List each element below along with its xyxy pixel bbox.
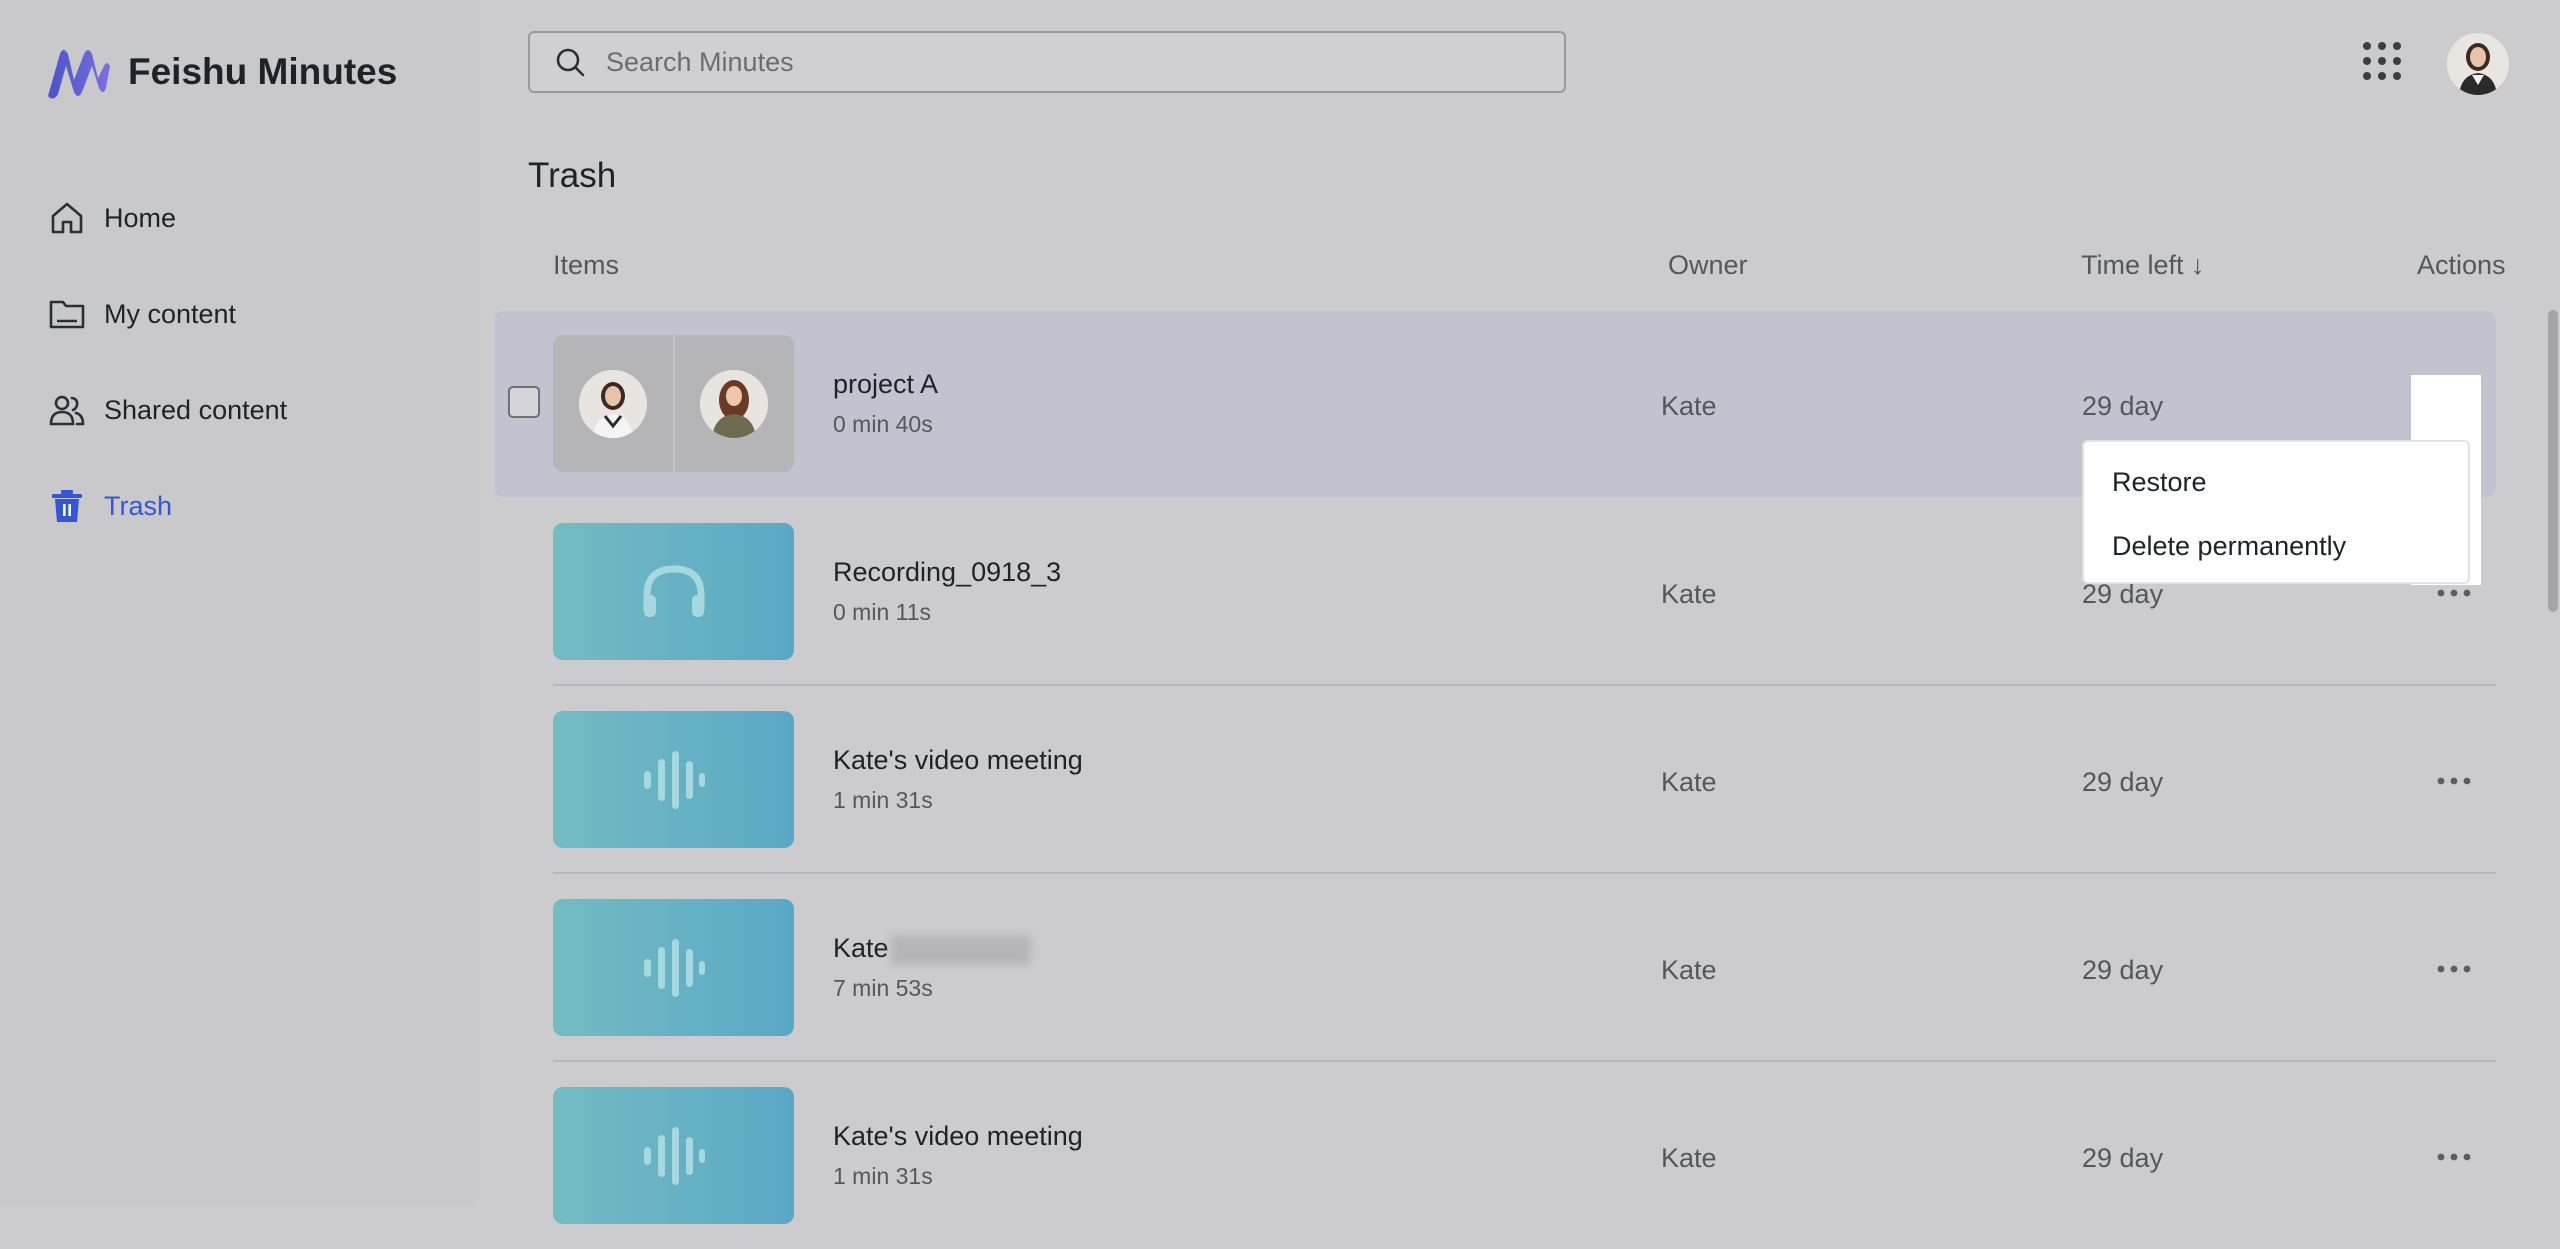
table-row[interactable]: Kate 7 min 53s Kate 29 day bbox=[494, 875, 2496, 1062]
waveform-icon bbox=[643, 1126, 705, 1185]
feishu-minutes-logo bbox=[48, 50, 110, 99]
waveform-icon bbox=[643, 750, 705, 809]
row-owner: Kate bbox=[1661, 1143, 1717, 1173]
apps-grid-icon bbox=[2363, 42, 2401, 80]
row-checkbox[interactable] bbox=[508, 386, 540, 418]
row-owner: Kate bbox=[1661, 955, 1717, 985]
row-owner: Kate bbox=[1661, 579, 1717, 609]
participant-avatar bbox=[700, 369, 769, 438]
column-header-owner: Owner bbox=[1668, 250, 1748, 280]
main-content: Trash Items Owner Time left ↓ Actions bbox=[479, 0, 2560, 1224]
more-icon bbox=[2437, 589, 2471, 597]
row-duration: 7 min 53s bbox=[833, 975, 933, 1001]
folder-icon bbox=[48, 295, 86, 333]
sidebar: Feishu Minutes Home My content Shared co… bbox=[0, 0, 479, 1206]
row-more-button[interactable] bbox=[2432, 759, 2476, 803]
row-title[interactable]: Recording_0918_3 bbox=[833, 557, 1061, 588]
row-divider bbox=[553, 872, 2496, 874]
scrollbar-thumb[interactable] bbox=[2548, 310, 2558, 612]
participant-avatar bbox=[578, 369, 647, 438]
row-time-left: 29 day bbox=[2082, 391, 2164, 421]
page-title: Trash bbox=[528, 156, 617, 195]
row-thumbnail bbox=[553, 1087, 794, 1224]
row-title-wrap[interactable]: Kate bbox=[833, 933, 1031, 965]
row-owner: Kate bbox=[1661, 391, 1717, 421]
brand[interactable]: Feishu Minutes bbox=[46, 44, 397, 100]
sidebar-nav: Home My content Shared content Trash bbox=[0, 170, 479, 554]
table-row[interactable]: Kate's video meeting 1 min 31s Kate 29 d… bbox=[494, 687, 2496, 874]
sidebar-item-label: Shared content bbox=[104, 394, 288, 425]
menu-item-delete-permanently[interactable]: Delete permanently bbox=[2112, 531, 2346, 562]
sidebar-item-label: Home bbox=[104, 202, 177, 233]
row-title: Kate bbox=[833, 933, 889, 963]
column-header-actions: Actions bbox=[2417, 250, 2506, 280]
sidebar-item-my-content[interactable]: My content bbox=[0, 266, 479, 362]
more-icon bbox=[2437, 965, 2471, 973]
user-avatar[interactable] bbox=[2447, 33, 2509, 95]
row-more-button[interactable] bbox=[2432, 947, 2476, 991]
row-title[interactable]: Kate's video meeting bbox=[833, 1121, 1083, 1152]
row-duration: 0 min 11s bbox=[833, 599, 932, 625]
row-divider bbox=[553, 1060, 2496, 1062]
sidebar-item-home[interactable]: Home bbox=[0, 170, 479, 266]
row-more-button[interactable] bbox=[2432, 1135, 2476, 1179]
user-avatar-image bbox=[2447, 33, 2509, 95]
row-thumbnail bbox=[553, 523, 794, 660]
sidebar-item-shared-content[interactable]: Shared content bbox=[0, 362, 479, 458]
more-icon bbox=[2437, 1153, 2471, 1161]
row-title[interactable]: Kate's video meeting bbox=[833, 745, 1083, 776]
more-icon bbox=[2437, 777, 2471, 785]
search-icon bbox=[556, 48, 585, 77]
column-header-items: Items bbox=[553, 250, 620, 280]
waveform-icon bbox=[643, 938, 705, 997]
sidebar-item-label: Trash bbox=[104, 490, 173, 521]
row-divider bbox=[553, 684, 2496, 686]
row-time-left: 29 day bbox=[2082, 1143, 2164, 1173]
search-box[interactable] bbox=[528, 31, 1566, 93]
row-duration: 1 min 31s bbox=[833, 787, 933, 813]
home-icon bbox=[48, 199, 86, 237]
row-owner: Kate bbox=[1661, 767, 1717, 797]
row-time-left: 29 day bbox=[2082, 767, 2164, 797]
search-input[interactable] bbox=[604, 45, 1508, 79]
row-actions-menu: Restore Delete permanently bbox=[2082, 440, 2470, 584]
brand-name: Feishu Minutes bbox=[128, 51, 398, 92]
table-row[interactable]: Kate's video meeting 1 min 31s Kate 29 d… bbox=[494, 1063, 2496, 1249]
menu-item-restore[interactable]: Restore bbox=[2112, 467, 2207, 498]
users-icon bbox=[48, 391, 86, 429]
apps-grid-button[interactable] bbox=[2362, 41, 2402, 81]
row-duration: 0 min 40s bbox=[833, 411, 933, 437]
row-thumbnail bbox=[553, 711, 794, 848]
sidebar-item-trash[interactable]: Trash bbox=[0, 458, 479, 554]
column-header-time-left[interactable]: Time left ↓ bbox=[2081, 250, 2205, 281]
row-time-left: 29 day bbox=[2082, 955, 2164, 985]
trash-icon bbox=[48, 487, 86, 525]
row-duration: 1 min 31s bbox=[833, 1163, 933, 1189]
row-thumbnail bbox=[553, 335, 794, 472]
sidebar-item-label: My content bbox=[104, 298, 237, 329]
row-title[interactable]: project A bbox=[833, 369, 938, 400]
redacted-text bbox=[890, 934, 1031, 965]
row-thumbnail bbox=[553, 899, 794, 1036]
headphones-icon bbox=[643, 564, 704, 617]
